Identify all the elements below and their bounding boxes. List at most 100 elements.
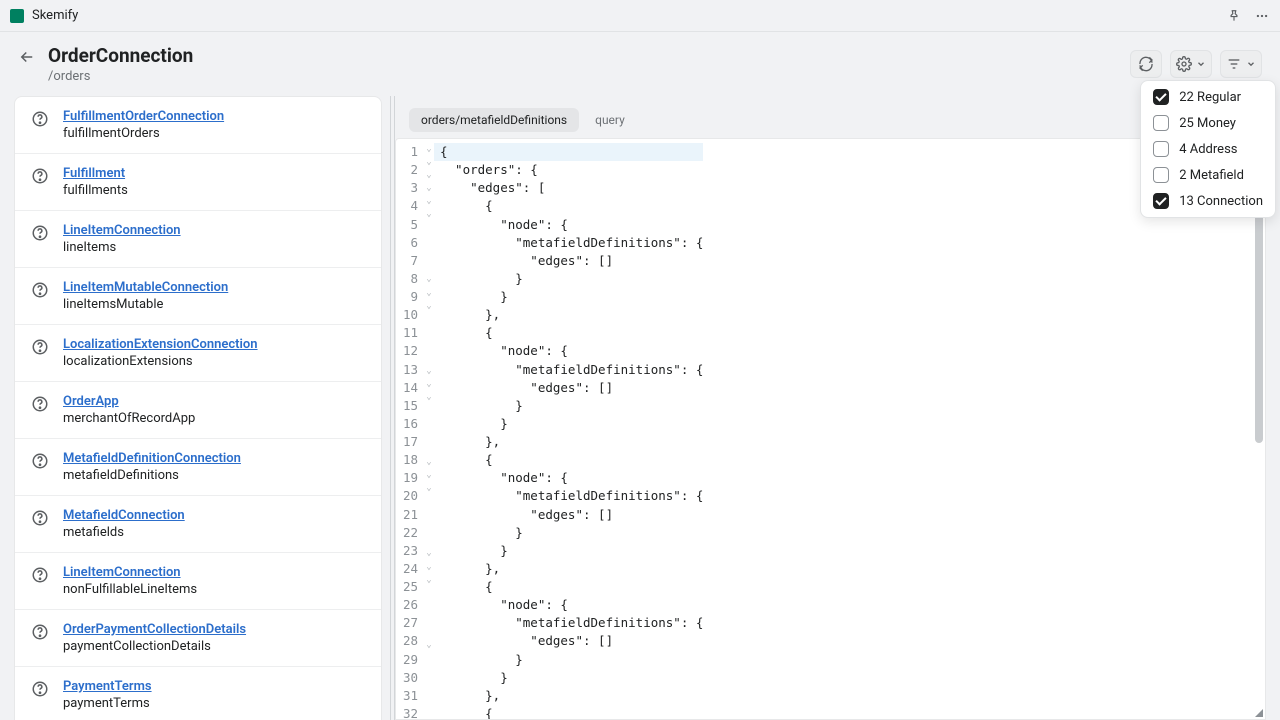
code-line: { [440,451,703,469]
checkbox-icon[interactable] [1153,89,1169,105]
field-item[interactable]: FulfillmentOrderConnectionfulfillmentOrd… [15,97,381,154]
refresh-button[interactable] [1130,50,1162,78]
fold-toggle[interactable]: ⌄ [424,639,434,652]
line-number: 15 [396,397,420,415]
fold-toggle[interactable]: ⌄ [424,469,434,482]
app-topbar: Skemify [0,0,1280,32]
help-icon[interactable] [31,509,49,527]
fold-toggle [424,339,434,352]
field-type-link[interactable]: LineItemConnection [63,565,197,580]
field-type-link[interactable]: LocalizationExtensionConnection [63,337,258,352]
help-icon[interactable] [31,167,49,185]
fold-toggle[interactable]: ⌄ [424,169,434,182]
field-item[interactable]: MetafieldConnectionmetafields [15,496,381,553]
fold-toggle[interactable]: ⌄ [424,156,434,169]
line-number: 4 [396,197,420,215]
field-type-link[interactable]: Fulfillment [63,166,128,181]
checkbox-icon[interactable] [1153,141,1169,157]
filter-option-label: 13 Connection [1179,194,1263,209]
field-type-link[interactable]: OrderApp [63,394,195,409]
editor-scrollbar[interactable] [1253,139,1265,719]
field-name-label: lineItems [63,240,181,255]
fold-toggle[interactable]: ⌄ [424,195,434,208]
line-number: 13 [396,361,420,379]
field-type-link[interactable]: FulfillmentOrderConnection [63,109,224,124]
pin-icon[interactable] [1226,8,1242,24]
fold-toggle[interactable]: ⌄ [424,391,434,404]
app-logo-icon [10,9,24,23]
field-item[interactable]: PaymentTermspaymentTerms [15,667,381,720]
fold-toggle[interactable]: ⌄ [424,300,434,313]
filter-option[interactable]: 25 Money [1153,115,1263,131]
fold-toggle[interactable]: ⌄ [424,574,434,587]
field-type-link[interactable]: MetafieldDefinitionConnection [63,451,241,466]
field-type-link[interactable]: MetafieldConnection [63,508,185,523]
field-item[interactable]: LocalizationExtensionConnectionlocalizat… [15,325,381,382]
editor-tab[interactable]: query [583,108,637,132]
fold-toggle[interactable]: ⌄ [424,182,434,195]
filter-option[interactable]: 13 Connection [1153,193,1263,209]
fold-toggle[interactable]: ⌄ [424,547,434,560]
help-icon[interactable] [31,224,49,242]
help-icon[interactable] [31,281,49,299]
line-number: 6 [396,234,420,252]
fold-toggle[interactable]: ⌄ [424,561,434,574]
fold-toggle[interactable]: ⌄ [424,456,434,469]
fold-toggle[interactable]: ⌄ [424,287,434,300]
field-type-link[interactable]: LineItemConnection [63,223,181,238]
fold-toggle [424,613,434,626]
editor-tab[interactable]: orders/metafieldDefinitions [409,108,579,132]
back-arrow-icon[interactable] [18,48,36,66]
fold-toggle[interactable]: ⌄ [424,273,434,286]
filter-option-label: 2 Metafield [1179,168,1244,183]
fold-toggle[interactable]: ⌄ [424,378,434,391]
line-number: 9 [396,288,420,306]
line-number: 30 [396,669,420,687]
help-icon[interactable] [31,680,49,698]
more-icon[interactable] [1254,8,1270,24]
checkbox-icon[interactable] [1153,193,1169,209]
code-line: { [440,578,703,596]
help-icon[interactable] [31,110,49,128]
fold-toggle[interactable]: ⌄ [424,208,434,221]
line-number: 26 [396,596,420,614]
field-item[interactable]: MetafieldDefinitionConnectionmetafieldDe… [15,439,381,496]
fields-sidebar[interactable]: FulfillmentOrderConnectionfulfillmentOrd… [0,96,390,720]
help-icon[interactable] [31,338,49,356]
fold-toggle[interactable]: ⌄ [424,143,434,156]
fold-toggle [424,313,434,326]
field-item[interactable]: OrderAppmerchantOfRecordApp [15,382,381,439]
code-line: "edges": [] [440,632,703,650]
help-icon[interactable] [31,566,49,584]
filter-button[interactable] [1220,50,1262,78]
code-editor[interactable]: 1234567891011121314151617181920212223242… [395,138,1266,720]
fold-toggle[interactable]: ⌄ [424,365,434,378]
field-item[interactable]: LineItemConnection lineItems [15,211,381,268]
field-type-link[interactable]: OrderPaymentCollectionDetails [63,622,246,637]
filter-option[interactable]: 2 Metafield [1153,167,1263,183]
field-item[interactable]: LineItemConnectionnonFulfillableLineItem… [15,553,381,610]
filter-option[interactable]: 22 Regular [1153,89,1263,105]
help-icon[interactable] [31,623,49,641]
field-item[interactable]: Fulfillmentfulfillments [15,154,381,211]
filter-option-label: 22 Regular [1179,90,1241,105]
line-number: 12 [396,342,420,360]
field-item[interactable]: LineItemMutableConnection lineItemsMutabl… [15,268,381,325]
field-type-link[interactable]: LineItemMutableConnection [63,280,228,295]
field-type-link[interactable]: PaymentTerms [63,679,152,694]
help-icon[interactable] [31,452,49,470]
help-icon[interactable] [31,395,49,413]
code-line: } [440,542,703,560]
settings-button[interactable] [1170,50,1212,78]
checkbox-icon[interactable] [1153,167,1169,183]
app-name: Skemify [32,8,78,23]
field-item[interactable]: OrderPaymentCollectionDetailspaymentColl… [15,610,381,667]
field-name-label: lineItemsMutable [63,297,228,312]
filter-option[interactable]: 4 Address [1153,141,1263,157]
checkbox-icon[interactable] [1153,115,1169,131]
filter-option-label: 25 Money [1179,116,1236,131]
fold-toggle [424,521,434,534]
fold-toggle[interactable]: ⌄ [424,482,434,495]
fold-toggle [424,495,434,508]
line-number: 29 [396,651,420,669]
